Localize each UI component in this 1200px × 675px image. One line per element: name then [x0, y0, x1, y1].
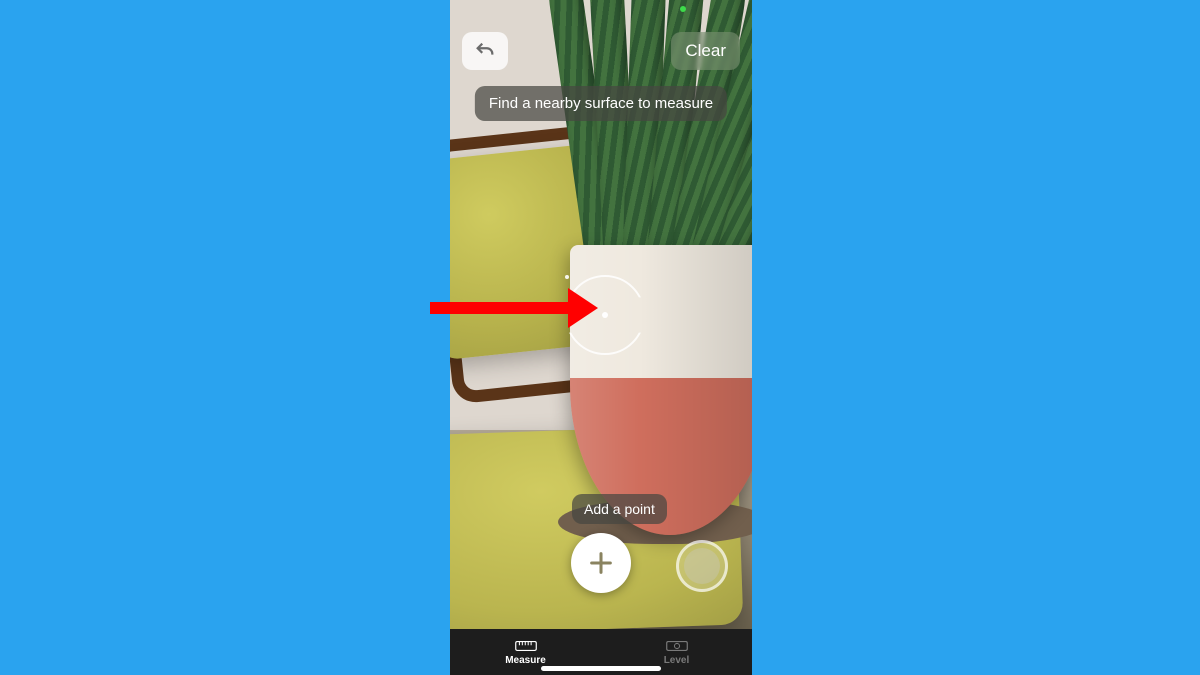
undo-button[interactable]	[462, 32, 508, 70]
clear-button-label: Clear	[685, 41, 726, 61]
add-point-hint: Add a point	[572, 494, 667, 524]
camera-active-indicator	[680, 6, 686, 12]
tab-level-label: Level	[664, 655, 690, 666]
scene-pot	[570, 245, 752, 535]
level-icon	[666, 639, 688, 653]
surface-hint: Find a nearby surface to measure	[475, 86, 727, 121]
add-point-hint-text: Add a point	[584, 501, 655, 517]
clear-button[interactable]: Clear	[671, 32, 740, 70]
surface-hint-text: Find a nearby surface to measure	[489, 95, 713, 112]
home-indicator[interactable]	[541, 666, 661, 671]
canvas: Clear Find a nearby surface to measure A…	[0, 0, 1200, 675]
undo-icon	[474, 40, 496, 62]
camera-viewport[interactable]: Clear Find a nearby surface to measure A…	[450, 0, 752, 629]
add-point-button[interactable]	[571, 533, 631, 593]
tab-measure-label: Measure	[505, 655, 546, 666]
shutter-button[interactable]	[676, 540, 728, 592]
plus-icon	[587, 549, 615, 577]
phone-frame: Clear Find a nearby surface to measure A…	[450, 0, 752, 675]
ruler-icon	[515, 639, 537, 653]
